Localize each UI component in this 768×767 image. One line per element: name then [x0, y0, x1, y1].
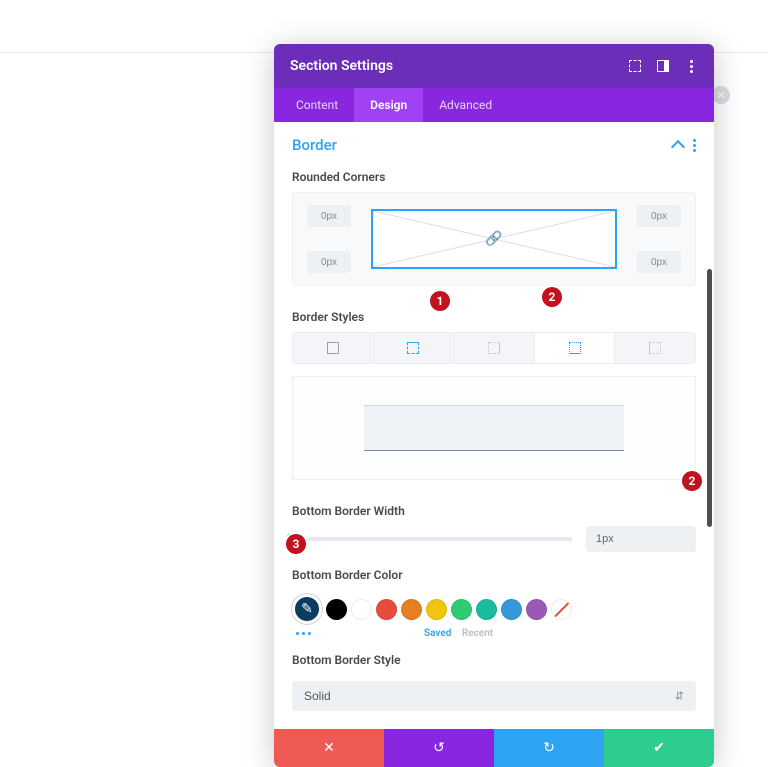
- bottom-border-style-label: Bottom Border Style: [274, 647, 714, 675]
- modal-footer: ✕ ↺ ↻ ✔: [274, 729, 714, 767]
- color-swatch[interactable]: [426, 599, 447, 620]
- eyedropper-icon: ✎: [301, 601, 313, 617]
- section-more-icon[interactable]: [693, 139, 696, 152]
- border-side-top[interactable]: [374, 333, 455, 363]
- color-swatch[interactable]: [376, 599, 397, 620]
- more-icon[interactable]: [684, 59, 698, 73]
- section-settings-modal: Section Settings Content Design Advanced…: [274, 44, 714, 767]
- corner-top-left-input[interactable]: [307, 205, 351, 227]
- border-side-left[interactable]: [615, 333, 695, 363]
- border-side-tabs: [292, 332, 696, 364]
- border-section-header: Border: [274, 122, 714, 164]
- border-styles-label: Border Styles: [274, 304, 714, 332]
- rounded-corners-label: Rounded Corners: [274, 164, 714, 192]
- color-tabs: Saved Recent: [424, 628, 493, 639]
- header-action-group: [628, 59, 698, 73]
- modal-body: Border Rounded Corners 🔗 Border Styles: [274, 122, 714, 711]
- color-swatch-none[interactable]: [551, 599, 572, 620]
- undo-button[interactable]: ↺: [384, 729, 494, 767]
- color-picker-button[interactable]: ✎: [292, 594, 322, 624]
- bottom-border-style-select[interactable]: Solid: [292, 681, 696, 711]
- color-swatch-row: ✎: [274, 590, 714, 626]
- expand-icon[interactable]: [628, 59, 642, 73]
- color-swatch[interactable]: [401, 599, 422, 620]
- annotation-2: 2: [542, 287, 562, 307]
- rounded-corners-control: 🔗: [292, 192, 696, 286]
- border-side-bottom[interactable]: [535, 333, 616, 363]
- border-section-title: Border: [292, 136, 337, 154]
- rounded-corners-preview[interactable]: 🔗: [371, 209, 617, 269]
- cancel-button[interactable]: ✕: [274, 729, 384, 767]
- annotation-1: 1: [430, 291, 450, 311]
- bottom-border-width-row: [274, 526, 714, 562]
- tab-content[interactable]: Content: [280, 88, 354, 122]
- tab-advanced[interactable]: Advanced: [423, 88, 508, 122]
- link-corners-icon[interactable]: 🔗: [485, 231, 502, 247]
- corner-bottom-left-input[interactable]: [307, 251, 351, 273]
- more-colors-icon[interactable]: [296, 632, 311, 635]
- settings-tabs: Content Design Advanced: [274, 88, 714, 122]
- recent-colors-tab[interactable]: Recent: [462, 628, 493, 639]
- square-bottom-icon: [569, 342, 581, 354]
- square-top-icon: [407, 342, 419, 354]
- modal-header: Section Settings: [274, 44, 714, 88]
- saved-colors-tab[interactable]: Saved: [424, 628, 451, 639]
- border-preview-container: [292, 376, 696, 480]
- color-swatch[interactable]: [501, 599, 522, 620]
- snap-panel-icon[interactable]: [656, 59, 670, 73]
- tab-design[interactable]: Design: [354, 88, 423, 122]
- color-swatch[interactable]: [476, 599, 497, 620]
- corner-top-right-input[interactable]: [637, 205, 681, 227]
- border-side-all[interactable]: [293, 333, 374, 363]
- color-swatch[interactable]: [351, 599, 372, 620]
- bottom-border-color-label: Bottom Border Color: [274, 562, 714, 590]
- save-button[interactable]: ✔: [604, 729, 714, 767]
- border-preview: [364, 405, 624, 451]
- color-swatch-subrow: Saved Recent: [274, 626, 714, 647]
- bottom-border-width-label: Bottom Border Width: [274, 498, 714, 526]
- bottom-border-width-slider[interactable]: [292, 537, 572, 541]
- annotation-2b: 2: [682, 471, 702, 491]
- color-swatch[interactable]: [526, 599, 547, 620]
- collapse-icon[interactable]: [671, 140, 685, 154]
- redo-button[interactable]: ↻: [494, 729, 604, 767]
- background-close-button[interactable]: ✕: [712, 86, 730, 104]
- square-left-icon: [649, 342, 661, 354]
- annotation-3: 3: [286, 534, 306, 554]
- corner-bottom-right-input[interactable]: [637, 251, 681, 273]
- modal-title: Section Settings: [290, 58, 393, 74]
- border-side-right[interactable]: [454, 333, 535, 363]
- square-right-icon: [488, 342, 500, 354]
- square-all-icon: [327, 342, 339, 354]
- scrollbar-thumb[interactable]: [707, 269, 712, 527]
- bottom-border-style-select-wrap: Solid ⇵: [292, 681, 696, 711]
- bottom-border-width-input[interactable]: [586, 526, 696, 552]
- color-swatch[interactable]: [451, 599, 472, 620]
- color-swatch[interactable]: [326, 599, 347, 620]
